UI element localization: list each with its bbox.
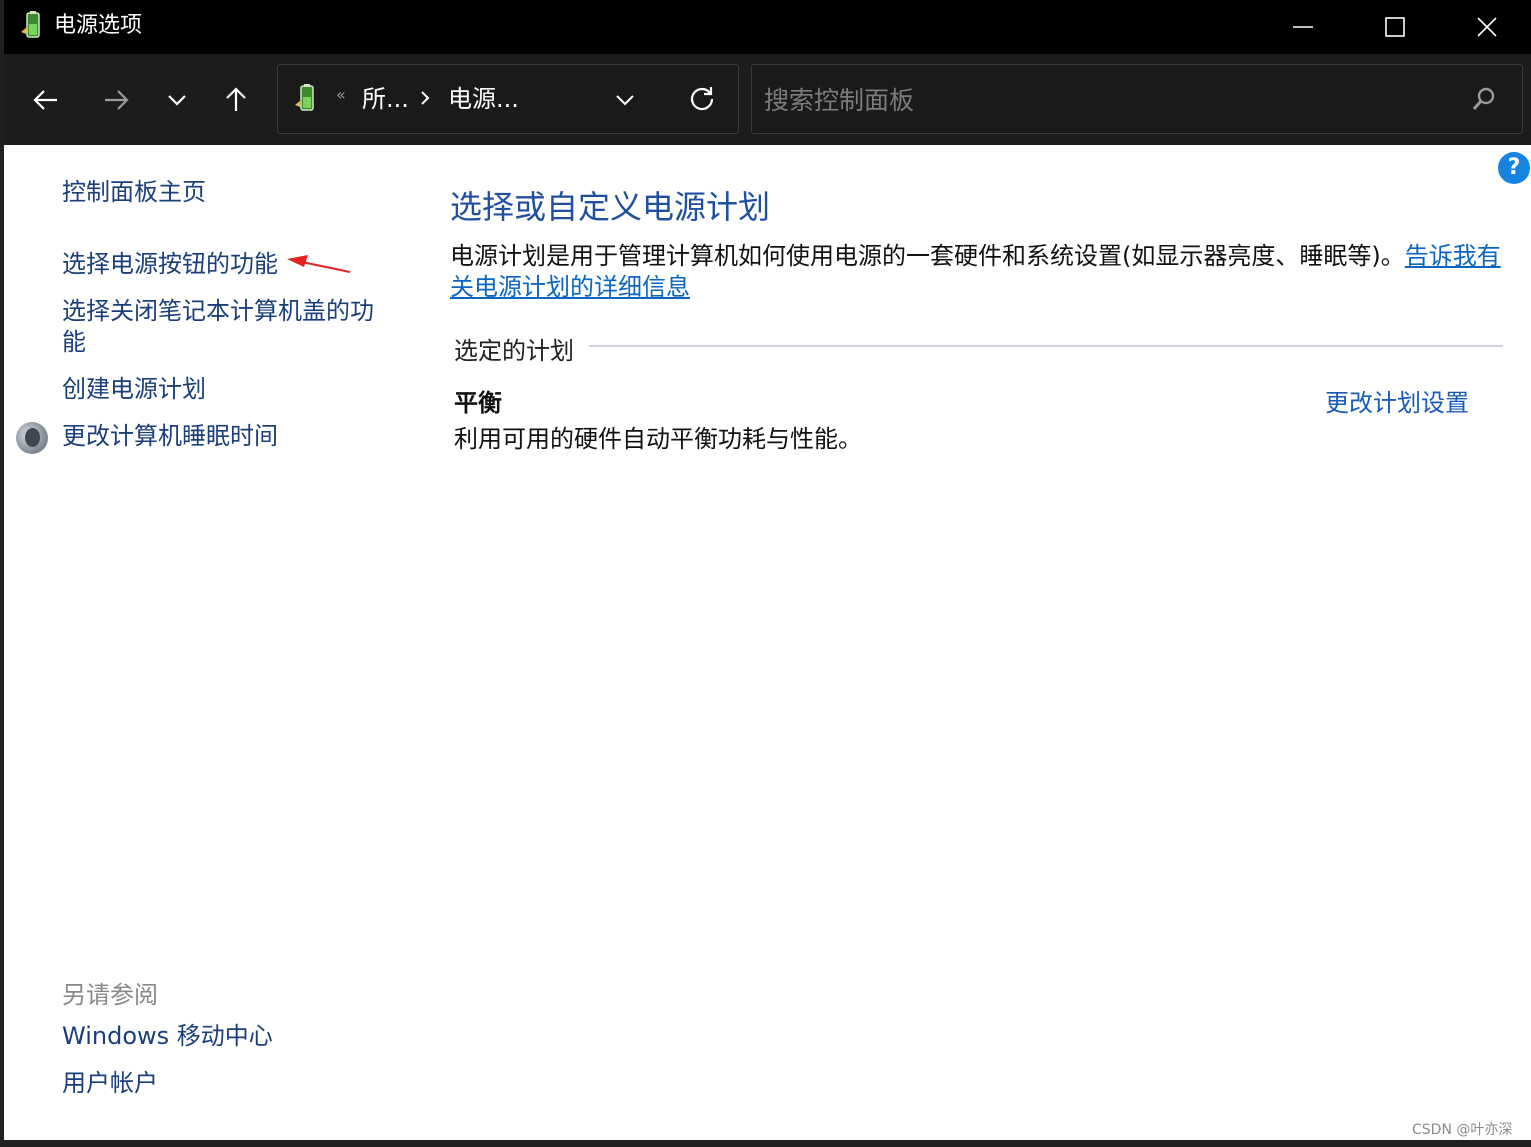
plan-description: 利用可用的硬件自动平衡功耗与性能。: [454, 425, 862, 453]
forward-button[interactable]: [96, 80, 136, 120]
battery-app-icon: [21, 11, 40, 38]
back-button[interactable]: [26, 80, 66, 120]
maximize-button[interactable]: [1349, 0, 1441, 54]
up-button[interactable]: [216, 80, 256, 120]
red-annotation-arrow: [287, 255, 351, 273]
section-divider: [589, 345, 1503, 347]
description-text: 电源计划是用于管理计算机如何使用电源的一套硬件和系统设置(如显示器亮度、睡眠等)…: [450, 242, 1405, 270]
search-icon[interactable]: [1470, 85, 1498, 113]
sidebar-item-power-button[interactable]: 选择电源按钮的功能: [62, 249, 278, 280]
maximize-icon: [1385, 17, 1405, 37]
sidebar-control-panel-home[interactable]: 控制面板主页: [62, 177, 206, 208]
content-area: ? 控制面板主页 选择电源按钮的功能 选择关闭笔记本计算机盖的功能 创建电源计划…: [4, 145, 1531, 1140]
search-box[interactable]: [751, 64, 1523, 134]
power-options-window: 电源选项 « 所... 电源... 搜索控制面板 ? 控制面板主页 选择电源按钮…: [4, 0, 1531, 1140]
help-button[interactable]: ?: [1498, 152, 1530, 184]
chevron-down-icon: [168, 95, 186, 106]
watermark: CSDN @叶亦深: [1412, 1122, 1513, 1138]
sidebar-item-lid-close[interactable]: 选择关闭笔记本计算机盖的功能: [62, 296, 392, 358]
page-description: 电源计划是用于管理计算机如何使用电源的一套硬件和系统设置(如显示器亮度、睡眠等)…: [450, 241, 1505, 303]
recent-locations-button[interactable]: [157, 80, 197, 120]
window-title: 电源选项: [54, 13, 143, 38]
minimize-button[interactable]: [1257, 0, 1349, 54]
breadcrumb-power-options[interactable]: 电源...: [448, 83, 519, 115]
address-dropdown-icon[interactable]: [614, 89, 636, 111]
navigation-bar: « 所... 电源...: [4, 54, 1531, 145]
back-arrow-icon: [33, 90, 57, 110]
refresh-icon[interactable]: [688, 85, 716, 113]
minimize-icon: [1293, 26, 1313, 28]
see-also-mobility-center[interactable]: Windows 移动中心: [62, 1021, 273, 1052]
see-also-heading: 另请参阅: [62, 981, 158, 1009]
page-title: 选择或自定义电源计划: [450, 188, 771, 226]
sidebar-item-create-plan[interactable]: 创建电源计划: [62, 374, 206, 405]
hidden-crumbs-indicator[interactable]: «: [336, 85, 346, 104]
battery-location-icon: [295, 84, 314, 111]
breadcrumb-all-items[interactable]: 所...: [362, 83, 409, 115]
forward-arrow-icon: [105, 90, 129, 110]
address-bar[interactable]: « 所... 电源...: [277, 64, 739, 134]
selected-plan-heading: 选定的计划: [454, 337, 574, 365]
search-input[interactable]: [762, 79, 1456, 121]
close-icon: [1477, 17, 1497, 37]
up-arrow-icon: [226, 87, 246, 111]
change-plan-settings-link[interactable]: 更改计划设置: [1325, 383, 1469, 418]
close-button[interactable]: [1441, 0, 1531, 54]
title-bar: 电源选项: [4, 0, 1531, 54]
sidebar-item-sleep-time[interactable]: 更改计算机睡眠时间: [62, 421, 278, 452]
sleep-moon-icon: [16, 422, 48, 454]
see-also-user-accounts[interactable]: 用户帐户: [62, 1068, 158, 1099]
breadcrumb-chevron-icon: [421, 91, 430, 105]
plan-name: 平衡: [454, 389, 502, 417]
